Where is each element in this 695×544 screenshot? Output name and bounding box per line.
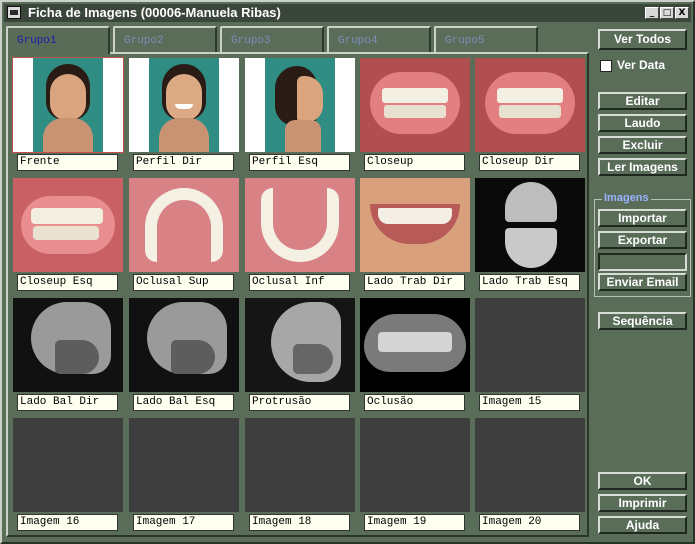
enviar-email-button[interactable]: Enviar Email <box>598 273 687 291</box>
ler-imagens-button[interactable]: Ler Imagens <box>598 158 687 176</box>
image-thumbnail[interactable] <box>245 58 355 152</box>
image-label[interactable]: Perfil Esq <box>249 154 350 171</box>
window-title: Ficha de Imagens (00006-Manuela Ribas) <box>28 5 281 20</box>
image-label[interactable]: Oclusal Inf <box>249 274 350 291</box>
imagens-group-title: Imagens <box>602 192 651 204</box>
laudo-button[interactable]: Laudo <box>598 114 687 132</box>
image-label[interactable]: Imagem 15 <box>479 394 580 411</box>
image-label[interactable]: Imagem 16 <box>17 514 118 531</box>
image-label[interactable]: Lado Bal Esq <box>133 394 234 411</box>
minimize-button[interactable]: _ <box>645 7 659 19</box>
ajuda-button[interactable]: Ajuda <box>598 516 687 534</box>
empty-image-slot[interactable] <box>360 418 470 512</box>
image-label[interactable]: Perfil Dir <box>133 154 234 171</box>
image-thumbnail[interactable] <box>245 298 355 392</box>
close-button[interactable]: X <box>675 7 689 19</box>
ver-todos-button[interactable]: Ver Todos <box>598 29 687 50</box>
image-thumbnail[interactable] <box>129 298 239 392</box>
image-label[interactable]: Lado Bal Dir <box>17 394 118 411</box>
empty-image-slot[interactable] <box>475 418 585 512</box>
ver-data-checkbox[interactable] <box>600 60 612 72</box>
image-thumbnail[interactable] <box>129 178 239 272</box>
blank-field <box>598 253 687 271</box>
app-icon <box>7 6 21 19</box>
exportar-button[interactable]: Exportar <box>598 231 687 249</box>
maximize-button[interactable]: □ <box>660 7 674 19</box>
tab-grupo2[interactable]: Grupo2 <box>113 26 217 52</box>
tab-grupo1[interactable]: Grupo1 <box>6 26 110 54</box>
editar-button[interactable]: Editar <box>598 92 687 110</box>
image-label[interactable]: Lado Trab Esq <box>479 274 580 291</box>
title-bar[interactable]: Ficha de Imagens (00006-Manuela Ribas) _… <box>4 4 691 22</box>
sequencia-button[interactable]: Sequência <box>598 312 687 330</box>
empty-image-slot[interactable] <box>475 298 585 392</box>
image-label[interactable]: Oclusão <box>364 394 465 411</box>
image-label[interactable]: Frente <box>17 154 118 171</box>
image-label[interactable]: Lado Trab Dir <box>364 274 465 291</box>
excluir-button[interactable]: Excluir <box>598 136 687 154</box>
image-thumbnail[interactable] <box>360 298 470 392</box>
image-thumbnail[interactable] <box>129 58 239 152</box>
image-label[interactable]: Protrusão <box>249 394 350 411</box>
image-thumbnail[interactable] <box>13 178 123 272</box>
importar-button[interactable]: Importar <box>598 209 687 227</box>
image-label[interactable]: Closeup Esq <box>17 274 118 291</box>
image-label[interactable]: Imagem 18 <box>249 514 350 531</box>
tab-grupo4[interactable]: Grupo4 <box>327 26 431 52</box>
image-label[interactable]: Closeup Dir <box>479 154 580 171</box>
image-thumbnail[interactable] <box>475 58 585 152</box>
empty-image-slot[interactable] <box>129 418 239 512</box>
image-thumbnail[interactable] <box>360 178 470 272</box>
image-label[interactable]: Closeup <box>364 154 465 171</box>
image-thumbnail[interactable] <box>13 58 123 152</box>
tab-grupo5[interactable]: Grupo5 <box>434 26 538 52</box>
ok-button[interactable]: OK <box>598 472 687 490</box>
image-thumbnail[interactable] <box>475 178 585 272</box>
image-thumbnail[interactable] <box>245 178 355 272</box>
imprimir-button[interactable]: Imprimir <box>598 494 687 512</box>
image-label[interactable]: Imagem 17 <box>133 514 234 531</box>
image-label[interactable]: Imagem 19 <box>364 514 465 531</box>
ver-data-label: Ver Data <box>617 58 666 72</box>
tab-grupo3[interactable]: Grupo3 <box>220 26 324 52</box>
empty-image-slot[interactable] <box>13 418 123 512</box>
image-thumbnail[interactable] <box>360 58 470 152</box>
empty-image-slot[interactable] <box>245 418 355 512</box>
image-thumbnail[interactable] <box>13 298 123 392</box>
image-label[interactable]: Imagem 20 <box>479 514 580 531</box>
image-label[interactable]: Oclusal Sup <box>133 274 234 291</box>
